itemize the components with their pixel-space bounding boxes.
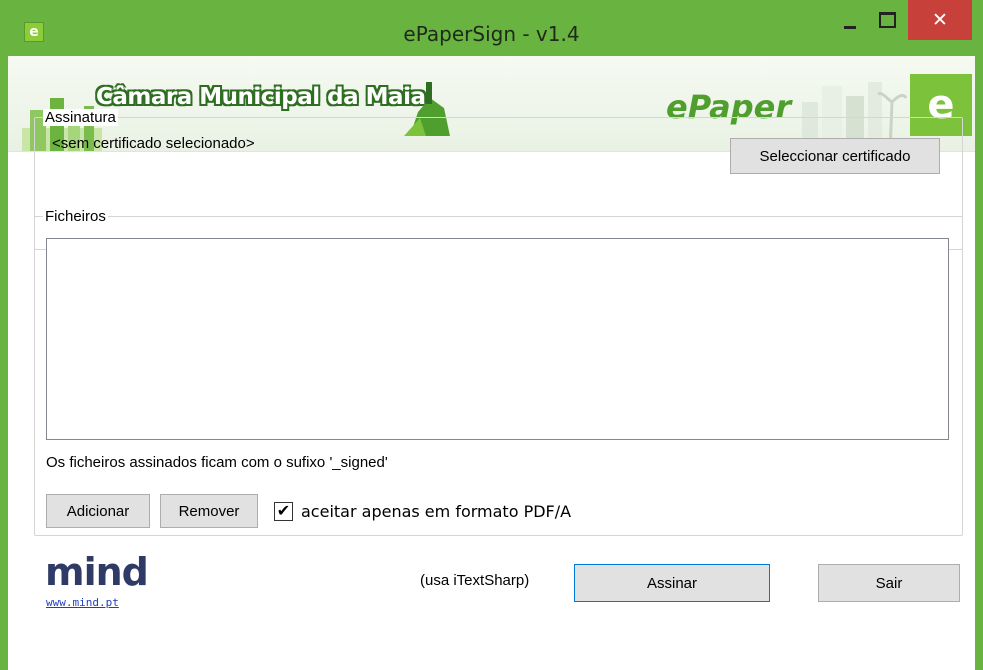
title-bar[interactable]: e ePaperSign - v1.4 ✕ — [0, 0, 983, 56]
pdfa-only-checkbox[interactable]: ✔ — [274, 501, 293, 521]
mind-logo: mind — [45, 550, 149, 594]
files-list[interactable] — [46, 238, 949, 440]
certificate-status: <sem certificado selecionado> — [52, 135, 255, 152]
pdfa-only-option[interactable]: ✔ aceitar apenas em formato PDF/A — [274, 500, 571, 522]
signature-group-label: Assinatura — [43, 109, 118, 126]
municipality-logo-text: Câmara Municipal da Maia — [96, 84, 426, 110]
close-icon[interactable]: ✕ — [908, 0, 972, 40]
maximize-icon[interactable] — [870, 0, 904, 40]
add-file-button[interactable]: Adicionar — [46, 494, 150, 528]
select-certificate-button[interactable]: Seleccionar certificado — [730, 138, 940, 174]
minimize-icon[interactable] — [832, 0, 868, 40]
app-window: e ePaperSign - v1.4 ✕ Câmara Municipal d… — [0, 0, 983, 670]
remove-file-button[interactable]: Remover — [160, 494, 258, 528]
exit-button[interactable]: Sair — [818, 564, 960, 602]
pdfa-only-label[interactable]: aceitar apenas em formato PDF/A — [301, 502, 571, 521]
itextsharp-note: (usa iTextSharp) — [420, 572, 530, 589]
files-group-label: Ficheiros — [43, 208, 108, 225]
sign-button[interactable]: Assinar — [574, 564, 770, 602]
signed-suffix-note: Os ficheiros assinados ficam com o sufix… — [46, 454, 388, 471]
mind-website-link[interactable]: www.mind.pt — [46, 596, 119, 609]
